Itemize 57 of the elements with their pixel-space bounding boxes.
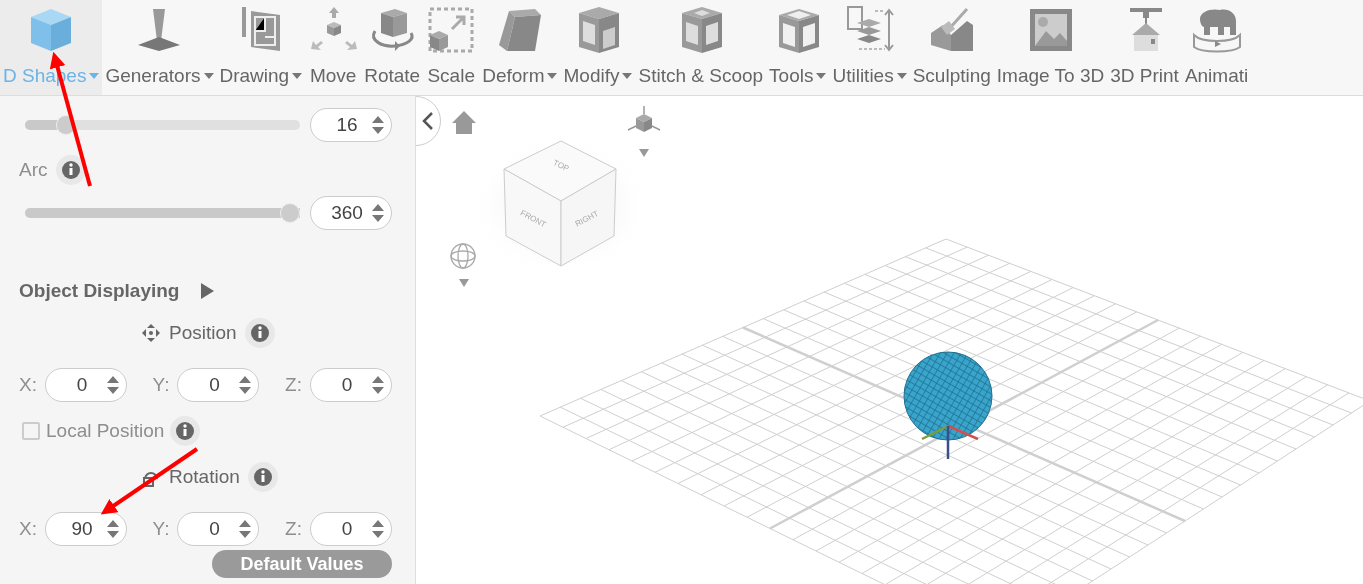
toolbar-button[interactable]: 3D Print (1107, 0, 1182, 95)
section-subtitle: Rotation (169, 466, 240, 488)
toolbar-button[interactable]: Sculpting (909, 0, 994, 95)
caret-icon (203, 73, 214, 79)
number-field[interactable]: 0 (44, 368, 127, 402)
scale-icon (426, 5, 477, 55)
caret-icon (816, 73, 827, 79)
caret-icon[interactable] (459, 279, 469, 287)
sphere-model[interactable] (903, 351, 993, 441)
chevron-left-icon (422, 111, 434, 131)
move-arrows-icon (141, 323, 161, 343)
axis-label: X: (19, 518, 37, 540)
toolbar-button[interactable]: Image To 3D (993, 0, 1108, 95)
section-subtitle: Position (169, 322, 237, 344)
axis-label: Y: (152, 518, 170, 540)
caret-icon (622, 73, 633, 79)
expand-toggle-icon[interactable] (199, 282, 216, 300)
toolbar-button[interactable]: Rotate (361, 0, 424, 95)
toolbar-button[interactable]: Animati (1181, 0, 1252, 95)
axis-label: Z: (285, 518, 302, 540)
axes-cube-icon[interactable] (627, 105, 661, 132)
axis-label: X: (19, 374, 37, 396)
home-icon[interactable] (452, 111, 476, 134)
number-field[interactable]: 90 (44, 512, 127, 546)
toolbar-button[interactable]: Generators (102, 0, 217, 95)
info-icon[interactable] (55, 155, 86, 185)
toolbar-button[interactable]: Stitch & Scoop (635, 0, 767, 95)
info-icon[interactable] (247, 462, 278, 492)
checkbox-label: Local Position (46, 420, 165, 442)
number-field[interactable]: 0 (310, 512, 392, 546)
toolbar-button[interactable]: Move (305, 0, 362, 95)
caret-icon[interactable] (639, 149, 649, 157)
caret-icon (89, 73, 100, 79)
info-icon[interactable] (244, 318, 275, 348)
toolbar-button[interactable]: Scale (423, 0, 480, 95)
arc-label: Arc (19, 159, 48, 181)
info-icon[interactable] (170, 416, 201, 446)
caret-icon (547, 73, 558, 79)
toolbar-button[interactable]: Deform (479, 0, 561, 95)
number-field[interactable]: 0 (310, 368, 392, 402)
toolbar-button[interactable]: Modify (560, 0, 636, 95)
toolbar-button[interactable]: Drawing (216, 0, 306, 95)
toolbar-button[interactable]: Utilities (829, 0, 910, 95)
caret-icon (896, 73, 907, 79)
axis-label: Y: (152, 374, 170, 396)
caret-icon (292, 73, 303, 79)
number-field[interactable]: 0 (177, 368, 260, 402)
number-field[interactable]: 16 (310, 108, 392, 142)
section-title: Object Displaying (19, 280, 180, 302)
toolbar-button[interactable]: Tools (766, 0, 830, 95)
axis-label: Z: (285, 374, 302, 396)
axis-gizmo-drawing (921, 424, 979, 459)
slider[interactable] (25, 203, 300, 223)
globe-icon[interactable] (450, 243, 476, 269)
number-field[interactable]: 0 (177, 512, 260, 546)
slider[interactable] (25, 115, 300, 135)
cube-face-label: TOP (551, 158, 571, 174)
